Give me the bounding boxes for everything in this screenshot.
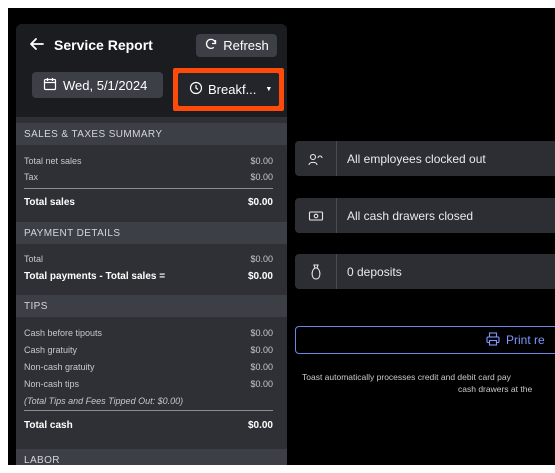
summary-row: Non-cash tips $0.00 [24, 377, 273, 391]
row-value: $0.00 [250, 379, 273, 389]
row-value: $0.00 [250, 362, 273, 372]
report-header: Service Report Refresh Wed, 5/1/2024 Bre… [16, 24, 287, 117]
row-label: Total payments - Total sales = [24, 270, 166, 282]
deposits-status-card: 0 deposits [295, 254, 555, 289]
divider [24, 188, 273, 189]
row-label: Total cash [24, 419, 73, 431]
print-label: Print re [506, 333, 545, 347]
employees-icon [295, 141, 337, 176]
refresh-icon [204, 37, 218, 54]
summary-row: Total $0.00 [24, 252, 273, 266]
sales-taxes-heading: SALES & TAXES SUMMARY [16, 123, 287, 145]
app-screen: Service Report Refresh Wed, 5/1/2024 Bre… [8, 8, 555, 465]
row-label: Total net sales [24, 156, 82, 166]
summary-row: Tax $0.00 [24, 170, 273, 184]
row-label: Tax [24, 172, 39, 182]
row-value: $0.00 [247, 270, 273, 282]
tips-note: (Total Tips and Fees Tipped Out: $0.00) [24, 394, 273, 408]
printer-icon [486, 331, 500, 349]
row-label: Total sales [24, 196, 75, 208]
row-value: $0.00 [247, 419, 273, 431]
page-title: Service Report [54, 37, 153, 53]
row-value: $0.00 [250, 254, 273, 264]
row-label: Cash before tipouts [24, 328, 103, 338]
service-report-panel: Service Report Refresh Wed, 5/1/2024 Bre… [16, 24, 287, 465]
divider [24, 410, 273, 411]
meal-period-label: Breakf... [208, 82, 257, 97]
refresh-button[interactable]: Refresh [196, 34, 277, 57]
card-label: All cash drawers closed [347, 208, 474, 223]
row-value: $0.00 [250, 345, 273, 355]
row-label: Cash gratuity [24, 345, 78, 355]
row-value: $0.00 [250, 172, 273, 182]
card-label: 0 deposits [347, 264, 402, 279]
employees-status-card: All employees clocked out [295, 141, 555, 176]
row-value: $0.00 [247, 196, 273, 208]
footer-note-line1: Toast automatically processes credit and… [302, 372, 511, 382]
date-label: Wed, 5/1/2024 [63, 77, 148, 93]
card-label: All employees clocked out [347, 151, 486, 166]
row-label: Total [24, 254, 44, 264]
total-sales-row: Total sales $0.00 [24, 195, 273, 209]
tips-heading: TIPS [16, 295, 287, 317]
row-value: $0.00 [250, 156, 273, 166]
summary-row: Non-cash gratuity $0.00 [24, 360, 273, 374]
row-value: $0.00 [250, 328, 273, 338]
summary-row: Total net sales $0.00 [24, 154, 273, 168]
footer-note-line2: cash drawers at the [458, 384, 533, 394]
caret-down-icon: ▼ [265, 86, 273, 93]
refresh-label: Refresh [223, 38, 269, 53]
row-label: (Total Tips and Fees Tipped Out: $0.00) [24, 396, 184, 406]
row-label: Non-cash tips [24, 379, 80, 389]
summary-row: Cash gratuity $0.00 [24, 343, 273, 357]
cash-drawers-status-card: All cash drawers closed [295, 198, 555, 233]
date-picker-button[interactable]: Wed, 5/1/2024 [32, 72, 163, 98]
clock-icon [189, 81, 203, 98]
deposit-bag-icon [295, 254, 337, 289]
total-cash-row: Total cash $0.00 [24, 418, 273, 432]
row-label: Non-cash gratuity [24, 362, 95, 372]
calendar-icon [43, 77, 57, 94]
back-arrow-icon[interactable] [28, 35, 46, 53]
meal-period-dropdown[interactable]: Breakf... ▼ [178, 73, 279, 106]
labor-heading: LABOR [16, 449, 287, 465]
payments-minus-sales-row: Total payments - Total sales = $0.00 [24, 269, 273, 283]
print-report-button[interactable]: Print re [295, 326, 555, 354]
cash-drawer-icon [295, 198, 337, 233]
payment-details-heading: PAYMENT DETAILS [16, 222, 287, 244]
summary-row: Cash before tipouts $0.00 [24, 326, 273, 340]
